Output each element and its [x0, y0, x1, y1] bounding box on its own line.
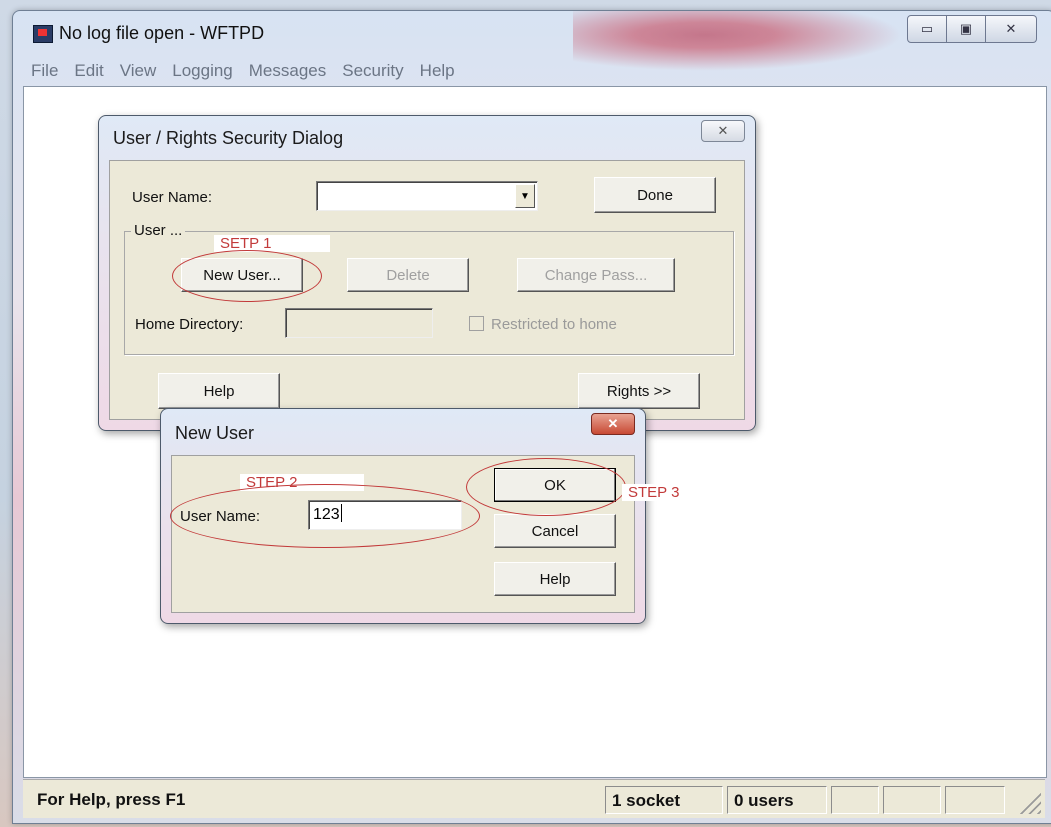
step1-circle	[172, 250, 322, 302]
rights-help-button[interactable]: Help	[158, 373, 280, 409]
rights-dialog-close-button[interactable]: ✕	[701, 120, 745, 142]
close-button[interactable]: ✕	[986, 15, 1037, 43]
home-directory-field[interactable]	[285, 308, 433, 338]
window-title: No log file open - WFTPD	[59, 23, 265, 43]
window-controls: ▭ ▣ ✕	[907, 15, 1037, 43]
menu-security[interactable]: Security	[334, 57, 411, 85]
user-name-label: User Name:	[132, 189, 213, 206]
status-user-count: 0 users	[727, 786, 827, 814]
status-panel-empty-3	[945, 786, 1005, 814]
step2-circle	[170, 484, 480, 548]
step1-annotation: SETP 1	[214, 235, 330, 252]
menu-help[interactable]: Help	[412, 57, 463, 85]
status-bar: For Help, press F1 1 socket 0 users	[23, 779, 1045, 818]
status-help-text: For Help, press F1	[37, 790, 186, 809]
new-user-dialog-title: New User	[175, 423, 255, 443]
menu-messages[interactable]: Messages	[241, 57, 334, 85]
new-user-dialog-close-button[interactable]: ✕	[591, 413, 635, 435]
status-panel-empty-1	[831, 786, 879, 814]
change-pass-button[interactable]: Change Pass...	[517, 258, 675, 292]
home-directory-label: Home Directory:	[135, 316, 244, 333]
resize-grip[interactable]	[1019, 792, 1041, 814]
menu-logging[interactable]: Logging	[164, 57, 241, 85]
rights-button[interactable]: Rights >>	[578, 373, 700, 409]
rights-dialog-title: User / Rights Security Dialog	[113, 128, 344, 148]
delete-button[interactable]: Delete	[347, 258, 469, 292]
status-socket-count: 1 socket	[605, 786, 723, 814]
menu-view[interactable]: View	[112, 57, 165, 85]
status-panel-empty-2	[883, 786, 941, 814]
chevron-down-icon[interactable]: ▼	[515, 184, 535, 208]
menu-bar: File Edit View Logging Messages Security…	[23, 57, 463, 85]
menu-file[interactable]: File	[23, 57, 66, 85]
wftpd-app-icon[interactable]	[33, 25, 53, 43]
user-group-caption: User ...	[131, 222, 186, 239]
restricted-label: Restricted to home	[491, 316, 617, 333]
minimize-button[interactable]: ▭	[907, 15, 947, 43]
maximize-button[interactable]: ▣	[947, 15, 986, 43]
step3-circle	[466, 458, 626, 516]
menu-edit[interactable]: Edit	[66, 57, 111, 85]
new-user-help-button[interactable]: Help	[494, 562, 616, 596]
title-bar[interactable]: No log file open - WFTPD ▭ ▣ ✕	[13, 11, 1051, 57]
step3-annotation: STEP 3	[622, 484, 698, 501]
restricted-checkbox[interactable]	[469, 316, 484, 331]
user-name-combo[interactable]: ▼	[316, 181, 538, 211]
cancel-button[interactable]: Cancel	[494, 514, 616, 548]
done-button[interactable]: Done	[594, 177, 716, 213]
